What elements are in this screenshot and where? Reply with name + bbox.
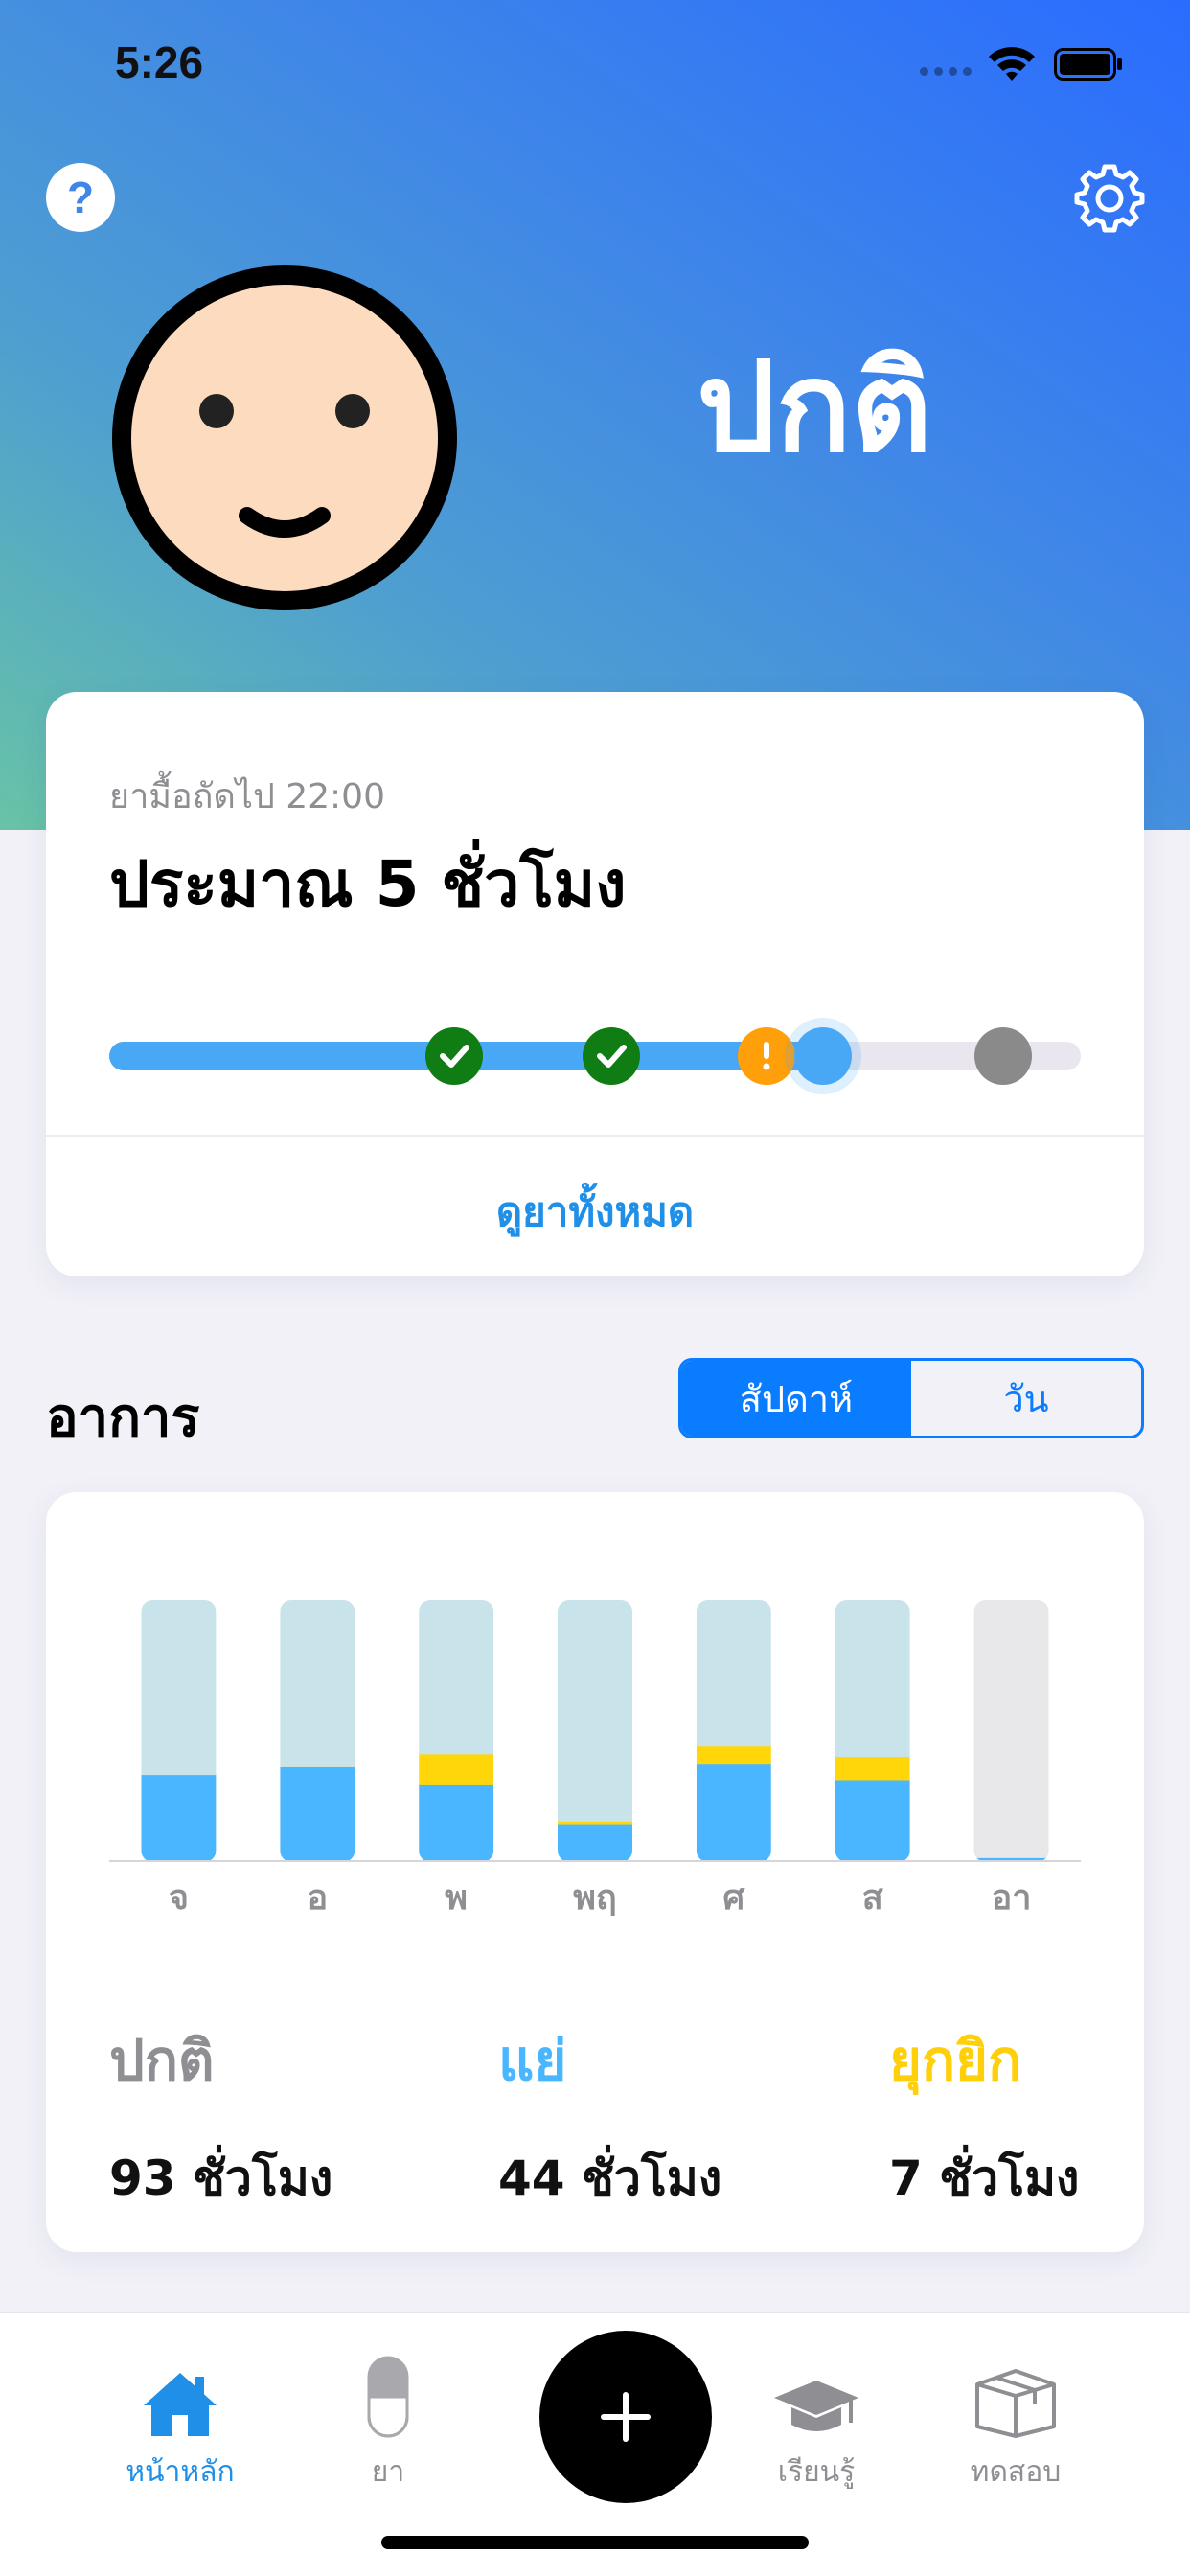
- tab-test-label: ทดสอบ: [970, 2455, 1062, 2489]
- x-tick-label: จ: [169, 1878, 189, 1918]
- x-tick-label: พฤ: [573, 1878, 617, 1918]
- medication-timeline: [109, 1018, 1081, 1094]
- tab-test[interactable]: ทดสอบ: [920, 2342, 1111, 2495]
- home-indicator: [381, 2536, 809, 2549]
- pill-capsule-icon: [367, 2356, 409, 2438]
- graduation-cap-icon: [774, 2380, 858, 2431]
- tab-learn[interactable]: เรียนรู้: [721, 2342, 912, 2495]
- dose-taken-check-icon: [583, 1027, 640, 1085]
- tab-learn-label: เรียนรู้: [777, 2455, 856, 2489]
- help-button[interactable]: ?: [46, 163, 115, 232]
- x-tick-label: อ: [307, 1878, 328, 1918]
- legend-normal-value: 93 ชั่วโมง: [109, 2150, 333, 2206]
- tab-medication-label: ยา: [371, 2455, 405, 2489]
- bar-segment-3: [696, 1600, 771, 1747]
- see-all-medications-button[interactable]: ดูยาทั้งหมด: [46, 1181, 1144, 1244]
- dose-taken-check-icon: [425, 1027, 483, 1085]
- wifi-icon: [989, 47, 1035, 80]
- chart-bar-1: [141, 1600, 217, 1861]
- bar-segment-1: [141, 1774, 217, 1861]
- bar-segment-3: [835, 1600, 910, 1758]
- bar-segment-1: [419, 1784, 494, 1861]
- question-mark-icon: ?: [66, 172, 95, 222]
- bar-segment-2: [835, 1756, 910, 1781]
- settings-gear-icon[interactable]: [1073, 161, 1146, 234]
- exclamation-icon: [764, 1042, 769, 1059]
- legend-normal: ปกติ 93 ชั่วโมง: [109, 2015, 435, 2217]
- segment-week[interactable]: สัปดาห์: [681, 1361, 911, 1436]
- chart-bar-6: [835, 1600, 910, 1861]
- symptoms-chart: จ อ พ พฤ ศ ส อา: [109, 1600, 1081, 1918]
- plus-icon: [601, 2392, 651, 2442]
- legend-dyskinesia-value: 7 ชั่วโมง: [889, 2150, 1080, 2206]
- legend-bad-value: 44 ชั่วโมง: [498, 2150, 722, 2206]
- status-time: 5:26: [115, 37, 204, 87]
- chart-bar-7: [973, 1600, 1049, 1861]
- chart-bar-5: [696, 1600, 771, 1861]
- segment-day[interactable]: วัน: [911, 1361, 1141, 1436]
- status-bar: 5:26: [0, 0, 1190, 125]
- mood-face-icon: [112, 265, 457, 610]
- x-tick-label: ศ: [722, 1878, 745, 1918]
- tab-home-label: หน้าหลัก: [126, 2455, 235, 2489]
- bar-segment-2: [696, 1745, 771, 1765]
- symptoms-card: จ อ พ พฤ ศ ส อา ปกติ 93 ชั่วโมง แย่ 44 ชั่วโมง…: [46, 1492, 1144, 2252]
- exclamation-dot: [763, 1063, 770, 1070]
- bar-segment-3: [558, 1600, 632, 1822]
- chart-bar-4: [558, 1600, 632, 1861]
- bar-segment-1: [696, 1763, 771, 1861]
- tab-home[interactable]: หน้าหลัก: [84, 2342, 276, 2495]
- card-divider: [46, 1135, 1144, 1137]
- bar-segment-2: [419, 1753, 494, 1785]
- legend-bad-name: แย่: [498, 2028, 567, 2093]
- next-medication-time: ยามื้อถัดไป 22:00: [109, 777, 385, 816]
- dose-upcoming-marker: [974, 1027, 1032, 1085]
- bar-segment-1: [558, 1824, 632, 1861]
- box-package-icon: [975, 2369, 1056, 2438]
- medication-card: ยามื้อถัดไป 22:00 ประมาณ 5 ชั่วโมง ดูยาท…: [46, 692, 1144, 1276]
- battery-icon: [1054, 48, 1122, 80]
- x-tick-label: พ: [445, 1878, 468, 1918]
- bar-segment-1: [835, 1779, 910, 1861]
- x-tick-label: อา: [992, 1878, 1032, 1918]
- home-icon: [144, 2373, 217, 2436]
- legend-dyskinesia: ยุกยิก 7 ชั่วโมง: [889, 2015, 1190, 2217]
- legend-dyskinesia-name: ยุกยิก: [889, 2028, 1022, 2093]
- mood-label: ปกติ: [697, 334, 932, 480]
- symptoms-title: อาการ: [46, 1387, 200, 1449]
- bar-segment-3: [280, 1600, 355, 1767]
- tab-medication[interactable]: ยา: [292, 2342, 484, 2495]
- add-button[interactable]: [539, 2331, 712, 2503]
- x-tick-label: ส: [862, 1878, 883, 1918]
- chart-bar-3: [419, 1600, 494, 1861]
- chart-bar-2: [280, 1600, 355, 1861]
- bar-segment-3: [419, 1600, 494, 1755]
- legend-bad: แย่ 44 ชั่วโมง: [498, 2015, 824, 2217]
- bar-segment-3: [973, 1600, 1049, 1858]
- time-until-next-dose: ประมาณ 5 ชั่วโมง: [109, 847, 627, 921]
- current-time-marker: [794, 1027, 852, 1085]
- cellular-signal-icon: [920, 67, 973, 77]
- bar-segment-3: [141, 1600, 217, 1776]
- period-segmented-control[interactable]: สัปดาห์ วัน: [678, 1358, 1144, 1438]
- bar-segment-1: [280, 1766, 355, 1861]
- legend-normal-name: ปกติ: [109, 2028, 215, 2093]
